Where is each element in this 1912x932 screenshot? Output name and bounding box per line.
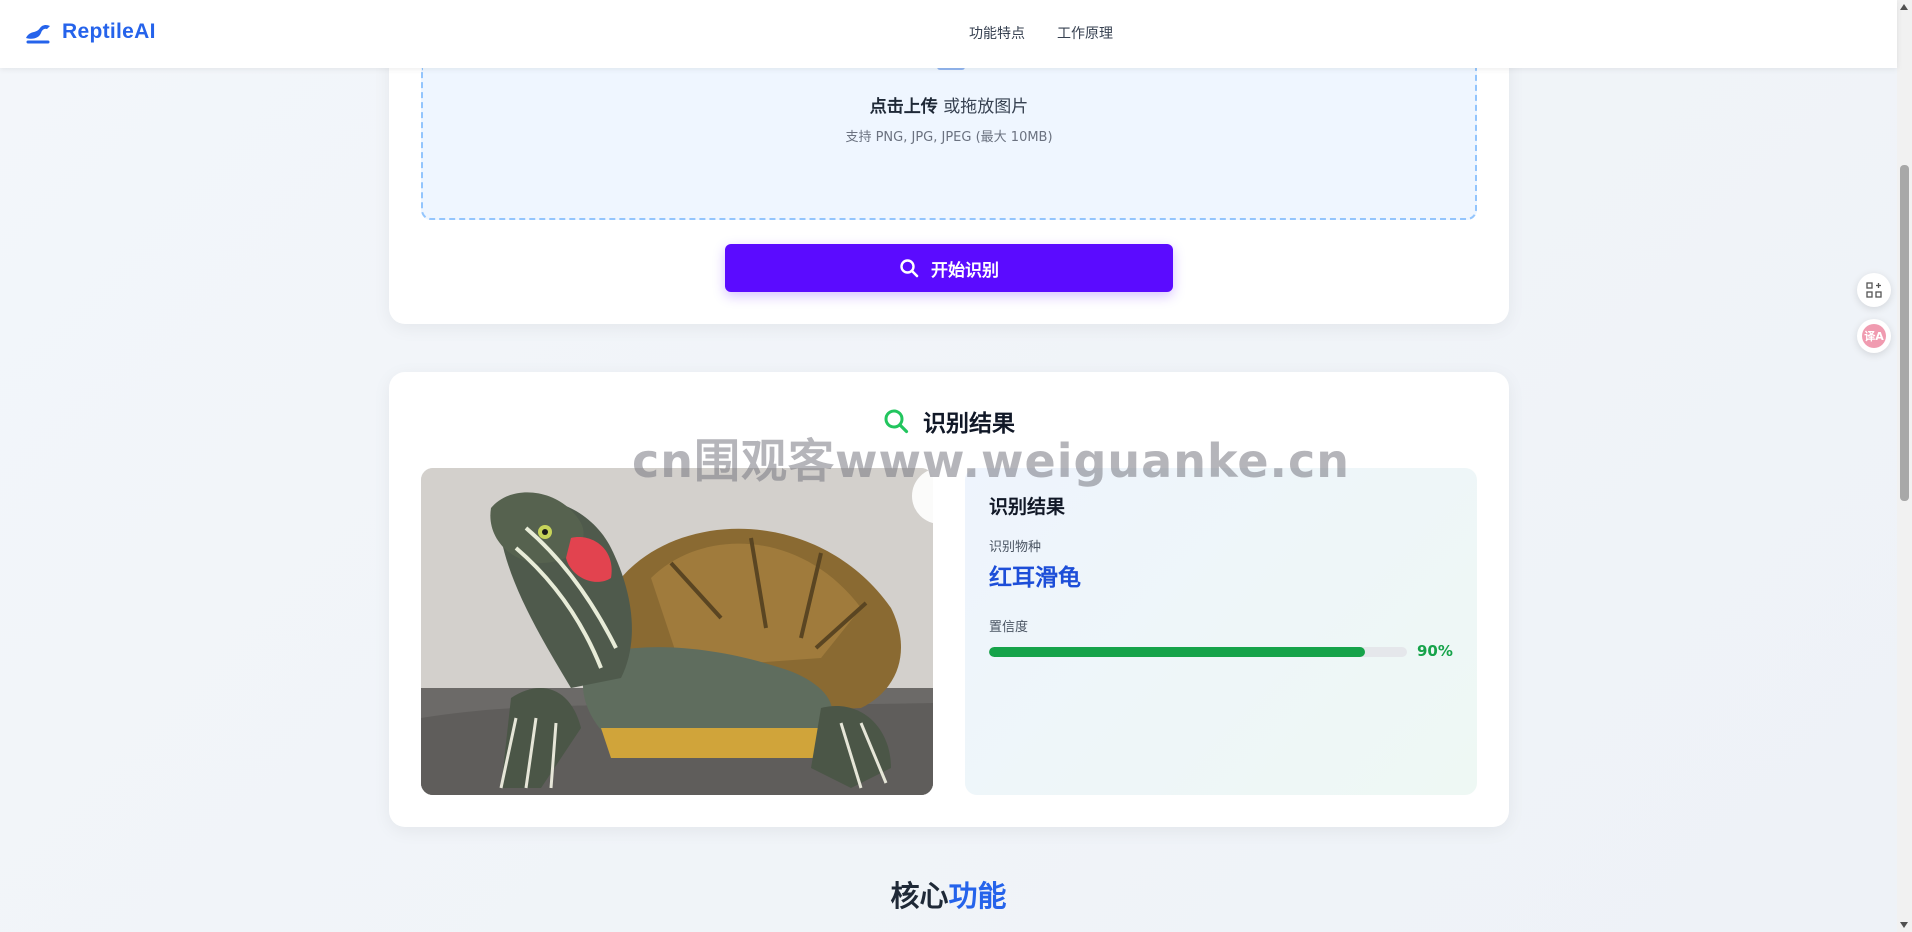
core-title-prefix: 核心 [890, 879, 949, 913]
species-label: 识别物种 [989, 540, 1042, 555]
translate-button[interactable]: 译A [1857, 319, 1891, 353]
image-action-button[interactable] [912, 468, 960, 524]
apps-add-icon [1866, 282, 1882, 298]
result-section-title: 识别结果 [389, 404, 1509, 438]
brand-name: ReptileAI [62, 20, 156, 43]
panel-heading: 识别结果 [989, 496, 1066, 518]
result-card: 识别结果 识别结果 识别物种 红耳滑龟 置信度 90% [389, 372, 1509, 827]
image-dropzone[interactable]: 点击上传 或拖放图片 支持 PNG, JPG, JPEG (最大 10MB) [421, 66, 1477, 220]
brand-logo[interactable]: ReptileAI [24, 20, 156, 44]
core-title-accent: 功能 [948, 879, 1007, 913]
scrollbar-thumb[interactable] [1900, 165, 1909, 501]
scroll-down-arrow-icon[interactable] [1900, 922, 1908, 928]
main-nav: 功能特点 工作原理 [969, 23, 1113, 43]
confidence-value: 90% [1417, 642, 1453, 660]
start-identify-button[interactable]: 开始识别 [725, 244, 1173, 292]
page-scrollbar[interactable] [1897, 0, 1912, 932]
confidence-bar-fill [989, 647, 1366, 657]
top-navbar: ReptileAI 功能特点 工作原理 [0, 0, 1897, 68]
click-upload-text[interactable]: 点击上传 [870, 97, 938, 117]
file-format-hint: 支持 PNG, JPG, JPEG (最大 10MB) [845, 130, 1053, 145]
drag-drop-text: 或拖放图片 [943, 97, 1029, 117]
result-title-text: 识别结果 [923, 411, 1015, 437]
sidebar-apps-button[interactable] [1857, 273, 1891, 307]
confidence-label: 置信度 [989, 620, 1029, 635]
result-info-panel: 识别结果 识别物种 红耳滑龟 置信度 90% [965, 468, 1477, 795]
start-identify-label: 开始识别 [931, 260, 999, 280]
search-icon [900, 259, 919, 278]
nav-item-how-it-works[interactable]: 工作原理 [1057, 23, 1113, 43]
core-features-title: 核心功能 [0, 873, 1897, 915]
reptile-logo-icon [26, 24, 50, 44]
scroll-up-arrow-icon[interactable] [1900, 4, 1908, 10]
search-icon [884, 409, 909, 434]
translate-icon: 译A [1862, 324, 1886, 348]
species-name: 红耳滑龟 [989, 565, 1081, 591]
nav-item-features[interactable]: 功能特点 [969, 23, 1025, 43]
uploaded-turtle-image [421, 468, 933, 795]
dropzone-instruction: 点击上传 或拖放图片 [423, 92, 1475, 117]
confidence-bar [989, 647, 1407, 657]
